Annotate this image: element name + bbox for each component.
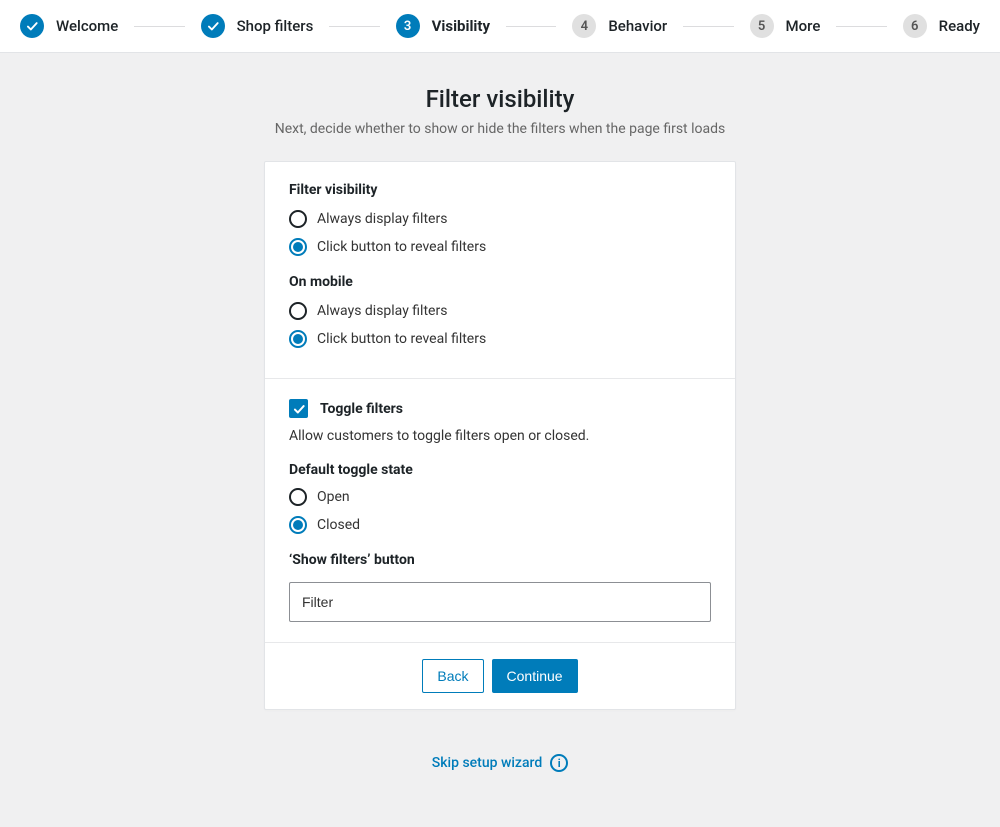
- step-welcome[interactable]: Welcome: [20, 14, 118, 38]
- step-number-badge: 3: [396, 14, 420, 38]
- group-heading-default-state: Default toggle state: [289, 462, 711, 478]
- radio-mobile-click-reveal[interactable]: Click button to reveal filters: [289, 330, 711, 348]
- radio-label: Click button to reveal filters: [317, 331, 486, 347]
- step-label: Behavior: [608, 17, 667, 35]
- back-button[interactable]: Back: [422, 659, 483, 693]
- radio-icon: [289, 488, 307, 506]
- radio-label: Closed: [317, 517, 360, 533]
- step-number-badge: 5: [750, 14, 774, 38]
- step-visibility[interactable]: 3 Visibility: [396, 14, 490, 38]
- page-title: Filter visibility: [426, 85, 575, 113]
- step-more[interactable]: 5 More: [750, 14, 821, 38]
- radio-always-display[interactable]: Always display filters: [289, 210, 711, 228]
- step-separator: [134, 26, 184, 27]
- step-separator: [506, 26, 556, 27]
- check-icon: [201, 14, 225, 38]
- radio-icon: [289, 302, 307, 320]
- page-subtitle: Next, decide whether to show or hide the…: [275, 121, 726, 137]
- radio-label: Click button to reveal filters: [317, 239, 486, 255]
- step-label: Ready: [939, 17, 980, 35]
- section-filter-visibility: Filter visibility Always display filters…: [265, 162, 735, 378]
- show-filters-button-input[interactable]: [289, 582, 711, 622]
- step-separator: [683, 26, 733, 27]
- step-label: Shop filters: [237, 17, 314, 35]
- step-ready[interactable]: 6 Ready: [903, 14, 980, 38]
- stepper: Welcome Shop filters 3 Visibility 4 Beha…: [0, 0, 1000, 53]
- radio-icon: [289, 516, 307, 534]
- radio-icon: [289, 330, 307, 348]
- radio-icon: [289, 238, 307, 256]
- step-separator: [329, 26, 379, 27]
- check-icon: [289, 399, 308, 418]
- radio-icon: [289, 210, 307, 228]
- radio-label: Open: [317, 489, 350, 505]
- step-separator: [836, 26, 886, 27]
- step-label: More: [786, 17, 821, 35]
- group-heading-show-button: ‘Show filters’ button: [289, 552, 711, 568]
- group-heading-filter-visibility: Filter visibility: [289, 182, 711, 198]
- radio-label: Always display filters: [317, 303, 447, 319]
- info-icon[interactable]: i: [550, 754, 568, 772]
- step-shop-filters[interactable]: Shop filters: [201, 14, 314, 38]
- checkbox-label: Toggle filters: [320, 401, 403, 417]
- radio-mobile-always-display[interactable]: Always display filters: [289, 302, 711, 320]
- step-number-badge: 6: [903, 14, 927, 38]
- skip-row: Skip setup wizard i: [432, 754, 568, 772]
- step-number-badge: 4: [572, 14, 596, 38]
- radio-click-reveal[interactable]: Click button to reveal filters: [289, 238, 711, 256]
- toggle-description: Allow customers to toggle filters open o…: [289, 428, 711, 444]
- skip-setup-link[interactable]: Skip setup wizard: [432, 755, 542, 771]
- step-behavior[interactable]: 4 Behavior: [572, 14, 667, 38]
- group-heading-on-mobile: On mobile: [289, 274, 711, 290]
- settings-card: Filter visibility Always display filters…: [264, 161, 736, 710]
- page: Filter visibility Next, decide whether t…: [0, 53, 1000, 772]
- step-label: Welcome: [56, 17, 118, 35]
- check-icon: [20, 14, 44, 38]
- section-toggle-filters: Toggle filters Allow customers to toggle…: [265, 378, 735, 642]
- checkbox-toggle-filters[interactable]: Toggle filters: [289, 399, 711, 418]
- step-label: Visibility: [432, 17, 490, 35]
- card-footer: Back Continue: [265, 642, 735, 709]
- continue-button[interactable]: Continue: [492, 659, 578, 693]
- radio-label: Always display filters: [317, 211, 447, 227]
- radio-default-open[interactable]: Open: [289, 488, 711, 506]
- radio-default-closed[interactable]: Closed: [289, 516, 711, 534]
